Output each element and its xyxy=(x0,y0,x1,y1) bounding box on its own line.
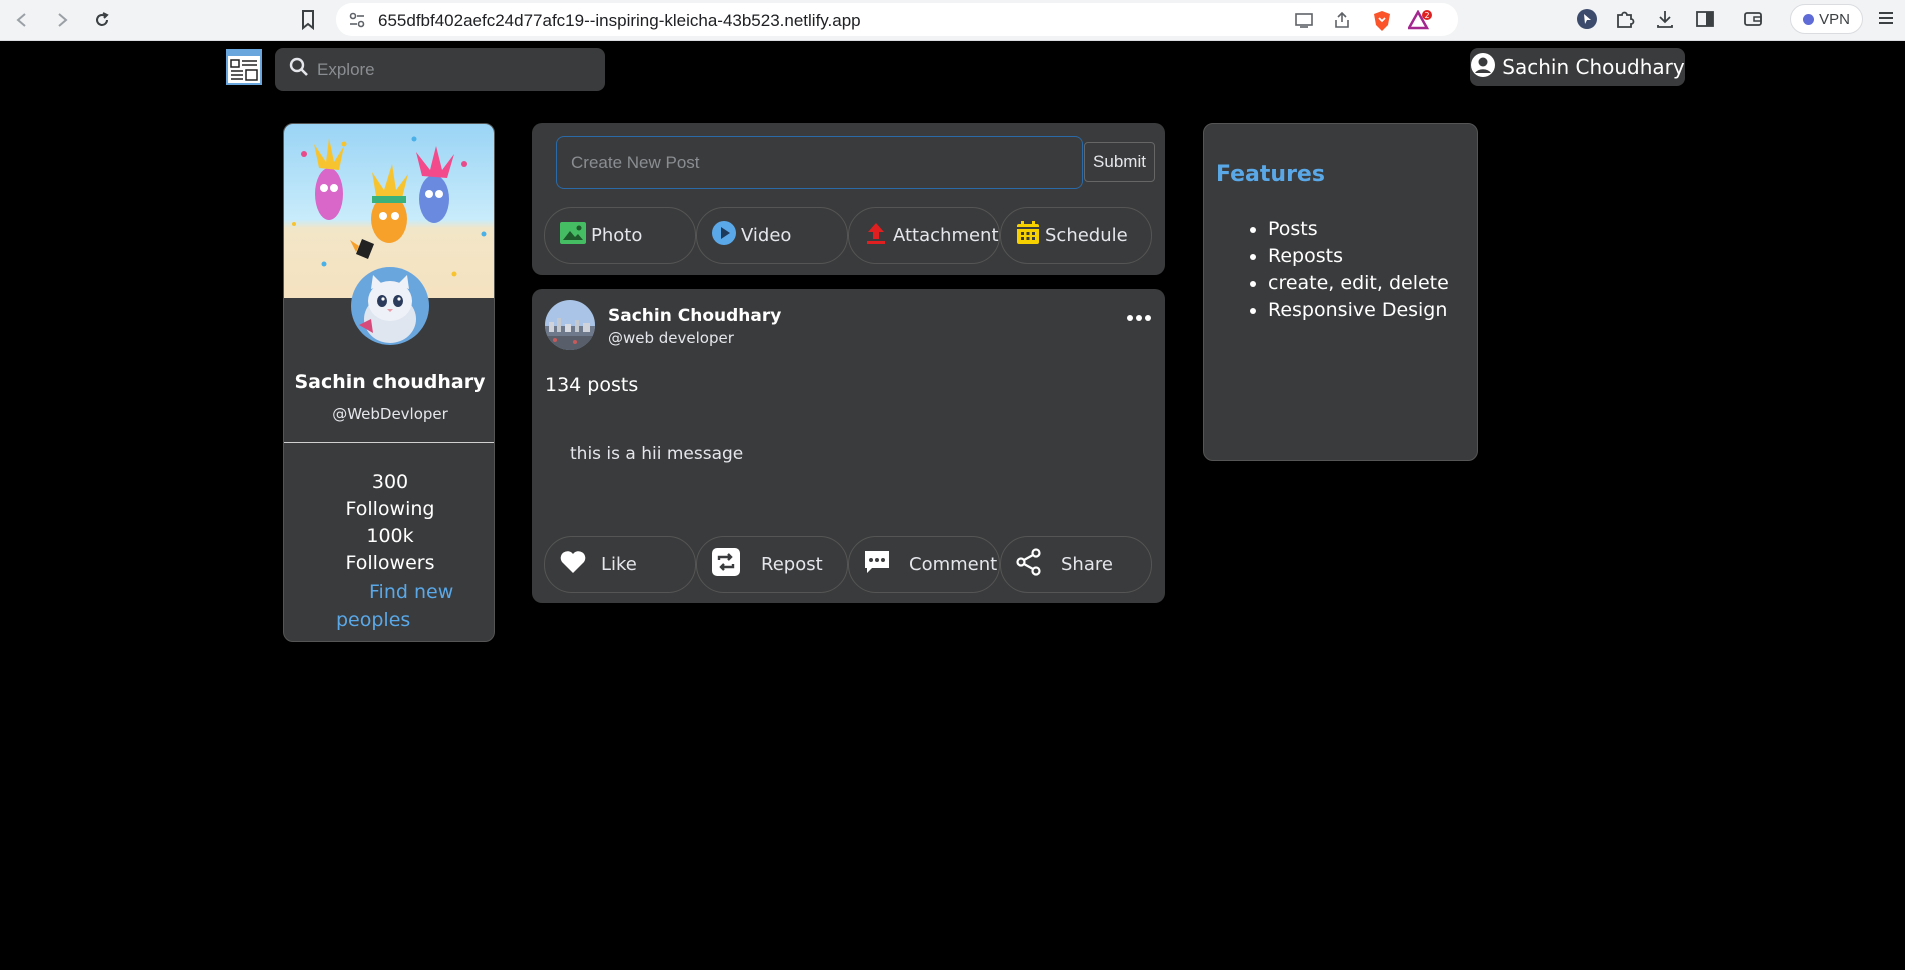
repost-button[interactable]: Repost xyxy=(696,536,848,593)
download-icon[interactable] xyxy=(1654,8,1678,32)
features-title: Features xyxy=(1216,162,1325,187)
repost-icon xyxy=(711,547,741,582)
search-input[interactable] xyxy=(317,59,577,80)
brave-shield-icon[interactable] xyxy=(1372,10,1392,31)
profile-handle: @WebDevloper xyxy=(332,405,448,423)
profile-card: Sachin choudhary @WebDevloper 300 Follow… xyxy=(283,123,495,642)
user-name-label: Sachin Choudhary xyxy=(1502,55,1685,79)
video-icon xyxy=(711,220,737,251)
photo-icon xyxy=(559,221,587,250)
comment-icon xyxy=(863,548,891,581)
url-text: 655dfbf402aefc24d77afc19--inspiring-klei… xyxy=(378,11,861,30)
list-item: Posts xyxy=(1268,216,1449,243)
schedule-label: Schedule xyxy=(1045,225,1128,246)
submit-button[interactable]: Submit xyxy=(1084,142,1155,182)
share-label: Share xyxy=(1061,554,1113,575)
comment-button[interactable]: Comment xyxy=(848,536,1000,593)
browser-toolbar: 655dfbf402aefc24d77afc19--inspiring-klei… xyxy=(0,0,1905,41)
video-button[interactable]: Video xyxy=(696,207,848,264)
photo-button[interactable]: Photo xyxy=(544,207,696,264)
following-label[interactable]: Following xyxy=(284,496,494,523)
back-icon[interactable] xyxy=(10,8,34,32)
extensions-puzzle-icon[interactable] xyxy=(1614,8,1638,32)
attachment-label: Attachment xyxy=(893,225,999,246)
like-label: Like xyxy=(601,554,637,575)
wallet-icon[interactable] xyxy=(1742,8,1766,32)
brave-rewards-icon[interactable]: 2 xyxy=(1406,9,1432,30)
vpn-label: VPN xyxy=(1819,10,1850,28)
video-label: Video xyxy=(741,225,792,246)
cast-icon[interactable] xyxy=(1294,10,1314,30)
user-menu-button[interactable]: Sachin Choudhary xyxy=(1470,48,1685,86)
share-page-icon[interactable] xyxy=(1332,10,1352,30)
photo-label: Photo xyxy=(591,225,643,246)
app-logo-icon[interactable] xyxy=(226,49,262,85)
features-card: Features Posts Reposts create, edit, del… xyxy=(1203,123,1478,461)
find-new-peoples-link[interactable]: Find new peoples xyxy=(336,578,486,634)
sidebar-toggle-icon[interactable] xyxy=(1694,8,1718,32)
share-button[interactable]: Share xyxy=(1000,536,1152,593)
post-card: Sachin Choudhary @web developer 134 post… xyxy=(532,289,1165,603)
heart-icon xyxy=(559,549,587,580)
attachment-button[interactable]: Attachment xyxy=(848,207,1000,264)
upload-icon xyxy=(863,220,889,251)
list-item: Responsive Design xyxy=(1268,297,1449,324)
followers-label[interactable]: Followers xyxy=(284,550,494,577)
profile-name: Sachin choudhary xyxy=(294,371,486,393)
rewards-badge-count: 2 xyxy=(1424,11,1429,20)
post-author-name[interactable]: Sachin Choudhary xyxy=(608,306,781,326)
explore-search[interactable] xyxy=(275,48,605,91)
create-post-input[interactable] xyxy=(556,136,1083,189)
following-count: 300 xyxy=(371,471,409,493)
schedule-button[interactable]: Schedule xyxy=(1000,207,1152,264)
vpn-status-icon xyxy=(1803,13,1815,25)
more-options-icon[interactable] xyxy=(1127,311,1151,325)
profile-divider xyxy=(284,442,494,443)
create-post-card: Submit Photo Video Attachment Schedule xyxy=(532,123,1165,275)
like-button[interactable]: Like xyxy=(544,536,696,593)
post-author-handle: @web developer xyxy=(608,329,734,347)
followers-count: 100k xyxy=(366,525,414,547)
comment-label: Comment xyxy=(909,554,998,575)
forward-icon[interactable] xyxy=(50,8,74,32)
features-list: Posts Reposts create, edit, delete Respo… xyxy=(1268,216,1449,324)
address-bar[interactable]: 655dfbf402aefc24d77afc19--inspiring-klei… xyxy=(336,3,1458,36)
post-message: this is a hii message xyxy=(570,444,744,464)
calendar-icon xyxy=(1015,220,1041,251)
menu-icon[interactable] xyxy=(1876,8,1900,32)
post-author-avatar[interactable] xyxy=(545,300,595,350)
site-settings-icon[interactable] xyxy=(348,11,366,29)
share-icon xyxy=(1015,548,1043,581)
profile-stats: 300 Following 100k Followers xyxy=(284,469,494,577)
post-count: 134 posts xyxy=(545,374,639,396)
extension-cursor-icon[interactable] xyxy=(1576,8,1600,32)
list-item: create, edit, delete xyxy=(1268,270,1449,297)
bookmark-icon[interactable] xyxy=(298,8,322,32)
vpn-button[interactable]: VPN xyxy=(1790,4,1863,34)
profile-avatar[interactable] xyxy=(351,267,429,345)
list-item: Reposts xyxy=(1268,243,1449,270)
repost-label: Repost xyxy=(761,554,823,575)
search-icon xyxy=(289,57,309,82)
reload-icon[interactable] xyxy=(90,8,114,32)
user-avatar-icon xyxy=(1470,52,1496,83)
